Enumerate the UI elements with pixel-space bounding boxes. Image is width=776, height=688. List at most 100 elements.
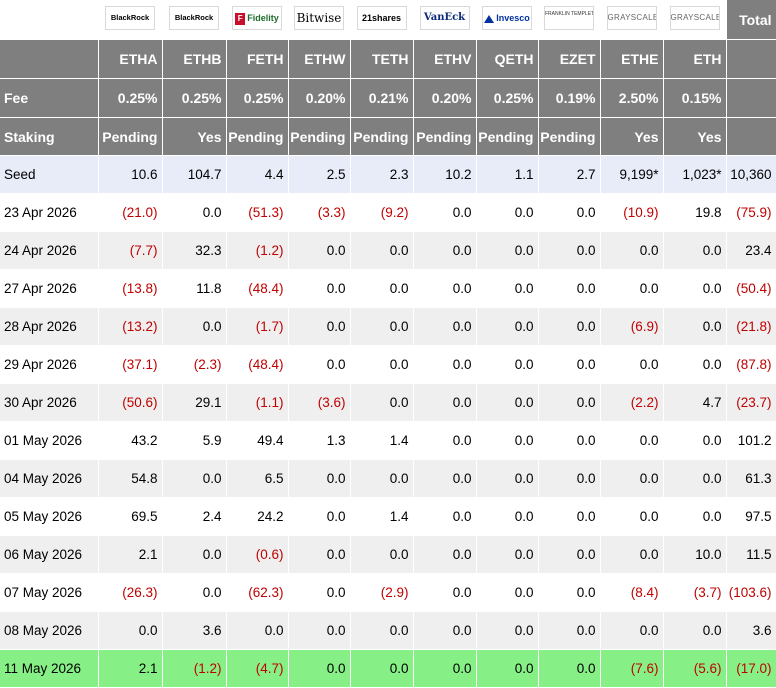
flow-cell: 0.0 bbox=[663, 497, 727, 536]
flow-cell: 0.0 bbox=[600, 611, 664, 650]
logo-cell: FRANKLIN TEMPLETON bbox=[538, 0, 601, 40]
flow-cell: 0.0 bbox=[288, 459, 351, 498]
flow-cell: 0.0 bbox=[476, 573, 539, 612]
flow-cell: 11.8 bbox=[162, 269, 227, 308]
flow-cell: 0.0 bbox=[663, 459, 727, 498]
flow-cell: (37.1) bbox=[98, 345, 163, 384]
flow-cell: 0.0 bbox=[538, 497, 601, 536]
flow-cell: 1.4 bbox=[350, 497, 414, 536]
flow-cell: 0.0 bbox=[413, 231, 477, 270]
flow-cell: 0.0 bbox=[162, 193, 227, 232]
flow-cell: 0.0 bbox=[413, 573, 477, 612]
bitwise-logo: Bitwise bbox=[294, 6, 344, 30]
table-row: 05 May 2026 69.5 2.4 24.2 0.0 1.4 0.0 0.… bbox=[0, 497, 776, 536]
ticker-cell: EZET bbox=[538, 39, 601, 79]
flow-cell: (3.6) bbox=[288, 383, 351, 422]
flow-cell: 0.0 bbox=[663, 421, 727, 460]
date-cell: 27 Apr 2026 bbox=[0, 269, 99, 308]
flow-cell: 0.0 bbox=[162, 307, 227, 346]
date-cell: 30 Apr 2026 bbox=[0, 383, 99, 422]
logo-row: BlackRock BlackRock F Fidelity Bitwise 21… bbox=[0, 0, 776, 40]
seed-cell: 2.5 bbox=[288, 155, 351, 194]
date-cell: 06 May 2026 bbox=[0, 535, 99, 574]
fee-cell: 0.25% bbox=[98, 78, 163, 118]
invesco-mark-icon bbox=[484, 14, 495, 23]
logo-cell: Invesco bbox=[476, 0, 539, 40]
staking-cell: Yes bbox=[663, 117, 727, 156]
staking-cell: Pending bbox=[413, 117, 477, 156]
flow-cell: 0.0 bbox=[413, 421, 477, 460]
flow-cell: (1.1) bbox=[226, 383, 289, 422]
seed-cell: 1.1 bbox=[476, 155, 539, 194]
date-cell: 23 Apr 2026 bbox=[0, 193, 99, 232]
flow-cell: 4.7 bbox=[663, 383, 727, 422]
flow-cell: 0.0 bbox=[162, 535, 227, 574]
flow-cell: 0.0 bbox=[476, 497, 539, 536]
logo-cell: VanEck bbox=[413, 0, 477, 40]
total-cell: (103.6) bbox=[726, 573, 776, 612]
invesco-logo: Invesco bbox=[482, 6, 532, 30]
ticker-cell: ETHW bbox=[288, 39, 351, 79]
logo-cell: 21shares bbox=[350, 0, 414, 40]
blackrock-logo: BlackRock bbox=[169, 6, 219, 30]
ticker-row-label bbox=[0, 39, 99, 79]
flow-cell: 0.0 bbox=[476, 649, 539, 688]
date-cell: 04 May 2026 bbox=[0, 459, 99, 498]
vaneck-logo: VanEck bbox=[419, 6, 470, 30]
date-cell: 28 Apr 2026 bbox=[0, 307, 99, 346]
ticker-cell: ETHB bbox=[162, 39, 227, 79]
total-header: Total bbox=[726, 0, 776, 40]
flow-cell: 0.0 bbox=[162, 459, 227, 498]
seed-row: Seed 10.6 104.7 4.4 2.5 2.3 10.2 1.1 2.7… bbox=[0, 155, 776, 194]
flow-cell: (10.9) bbox=[600, 193, 664, 232]
flow-cell: 0.0 bbox=[413, 269, 477, 308]
flow-cell: (4.7) bbox=[226, 649, 289, 688]
flow-cell: 5.9 bbox=[162, 421, 227, 460]
ticker-cell: FETH bbox=[226, 39, 289, 79]
flow-cell: (13.8) bbox=[98, 269, 163, 308]
seed-cell: 104.7 bbox=[162, 155, 227, 194]
flow-cell: 6.5 bbox=[226, 459, 289, 498]
date-cell: 08 May 2026 bbox=[0, 611, 99, 650]
logo-cell: GRAYSCALE bbox=[600, 0, 664, 40]
staking-row: Staking Pending Yes Pending Pending Pend… bbox=[0, 117, 776, 156]
fee-row: Fee 0.25% 0.25% 0.25% 0.20% 0.21% 0.20% … bbox=[0, 78, 776, 118]
flow-cell: (7.6) bbox=[600, 649, 664, 688]
flow-cell: 10.0 bbox=[663, 535, 727, 574]
flow-cell: (51.3) bbox=[226, 193, 289, 232]
table-row: 27 Apr 2026 (13.8) 11.8 (48.4) 0.0 0.0 0… bbox=[0, 269, 776, 308]
fee-total-cell bbox=[726, 78, 776, 118]
logo-cell: F Fidelity bbox=[226, 0, 289, 40]
logo-cell: BlackRock bbox=[98, 0, 163, 40]
flow-cell: 43.2 bbox=[98, 421, 163, 460]
flow-cell: 0.0 bbox=[476, 535, 539, 574]
date-cell: 05 May 2026 bbox=[0, 497, 99, 536]
flow-cell: 0.0 bbox=[538, 421, 601, 460]
flow-cell: 0.0 bbox=[413, 193, 477, 232]
seed-cell: 2.3 bbox=[350, 155, 414, 194]
flow-cell: (21.0) bbox=[98, 193, 163, 232]
total-cell: (87.8) bbox=[726, 345, 776, 384]
total-cell: 3.6 bbox=[726, 611, 776, 650]
flow-cell: 0.0 bbox=[350, 535, 414, 574]
table-row: 08 May 2026 0.0 3.6 0.0 0.0 0.0 0.0 0.0 … bbox=[0, 611, 776, 650]
flow-cell: 0.0 bbox=[538, 649, 601, 688]
table-row: 24 Apr 2026 (7.7) 32.3 (1.2) 0.0 0.0 0.0… bbox=[0, 231, 776, 270]
flow-cell: 3.6 bbox=[162, 611, 227, 650]
flow-cell: 49.4 bbox=[226, 421, 289, 460]
ticker-cell: ETHV bbox=[413, 39, 477, 79]
fee-cell: 0.20% bbox=[288, 78, 351, 118]
flow-cell: 0.0 bbox=[350, 307, 414, 346]
flow-cell: (1.7) bbox=[226, 307, 289, 346]
seed-label: Seed bbox=[0, 155, 99, 194]
fee-cell: 2.50% bbox=[600, 78, 664, 118]
fee-cell: 0.21% bbox=[350, 78, 414, 118]
flow-cell: (1.2) bbox=[162, 649, 227, 688]
staking-cell: Pending bbox=[226, 117, 289, 156]
flow-cell: 0.0 bbox=[476, 383, 539, 422]
date-cell: 29 Apr 2026 bbox=[0, 345, 99, 384]
total-cell: 23.4 bbox=[726, 231, 776, 270]
fidelity-mark-icon: F bbox=[235, 12, 246, 25]
grayscale-logo: GRAYSCALE bbox=[606, 6, 657, 30]
seed-cell: 9,199* bbox=[600, 155, 664, 194]
